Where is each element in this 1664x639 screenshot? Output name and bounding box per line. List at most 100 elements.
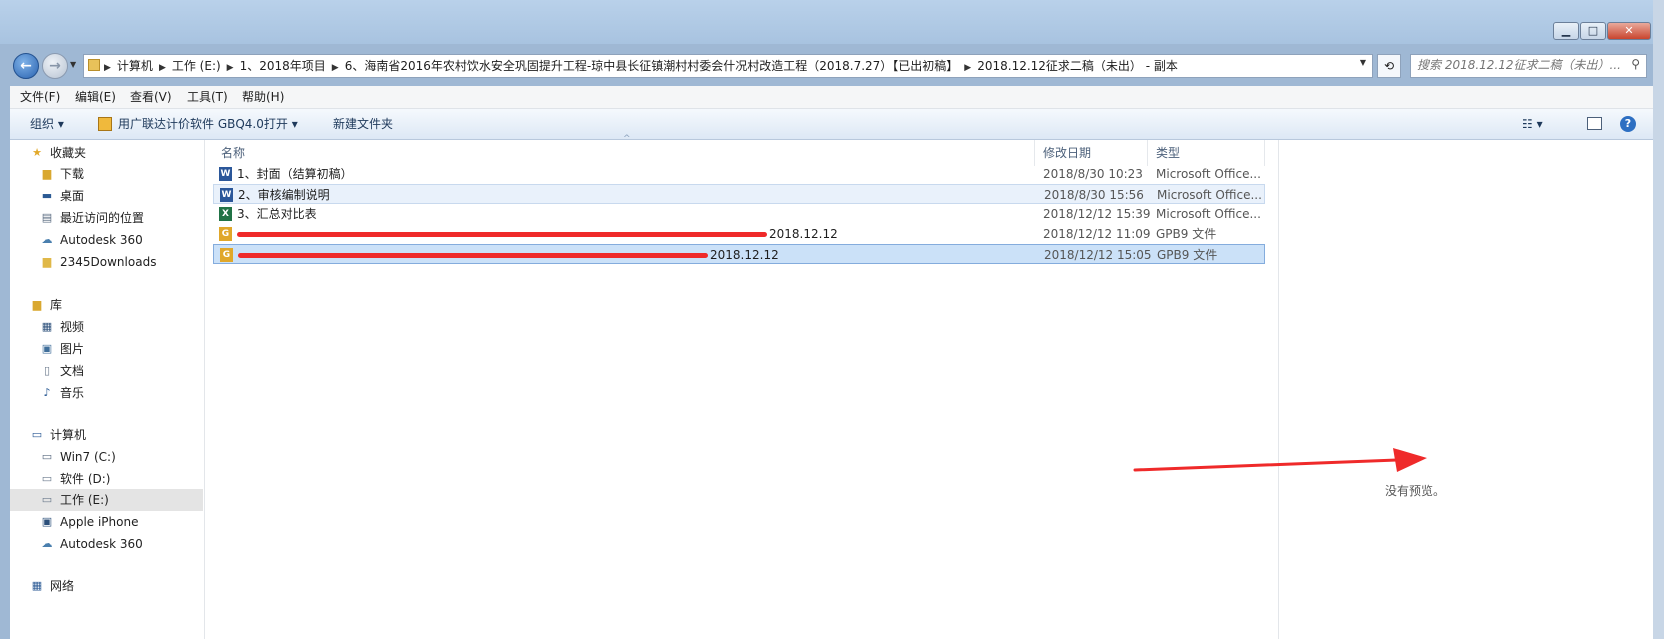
computer-icon: ▭ [31, 428, 43, 441]
network-icon: ▦ [31, 579, 43, 592]
device-icon: ▣ [41, 515, 53, 528]
red-redaction-mark [237, 232, 767, 237]
minimize-button[interactable]: ▁ [1553, 22, 1579, 40]
preview-pane-toggle-icon[interactable] [1587, 117, 1602, 130]
forward-button[interactable]: → [42, 53, 68, 79]
breadcrumb-projects-2018[interactable]: 1、2018年项目 [240, 55, 326, 77]
column-header-date[interactable]: 修改日期 [1035, 140, 1148, 166]
menu-tools[interactable]: 工具(T) [187, 86, 228, 108]
gbq-app-icon [98, 117, 112, 131]
refresh-icon: ⟲ [1383, 59, 1395, 73]
back-button[interactable]: ← [13, 53, 39, 79]
nav-videos[interactable]: ▦ 视频 [10, 316, 203, 338]
nav-music[interactable]: ♪ 音乐 [10, 382, 203, 404]
file-row[interactable]: X 3、汇总对比表 2018/12/12 15:39 Microsoft Off… [213, 204, 1265, 224]
breadcrumb-separator-icon[interactable]: ▶ [964, 57, 971, 79]
breadcrumb-drive-e[interactable]: 工作 (E:) [172, 55, 221, 77]
red-arrow-annotation [1133, 448, 1427, 472]
search-input[interactable] [1411, 55, 1628, 75]
window-title-bar: ▁ □ ✕ [0, 0, 1664, 44]
close-button[interactable]: ✕ [1607, 22, 1651, 40]
nav-autodesk-360[interactable]: ☁ Autodesk 360 [10, 229, 203, 251]
file-list: ^ 名称 修改日期 类型 W 1、封面（结算初稿） 2018/8/30 10:2… [205, 134, 1277, 639]
menu-view[interactable]: 查看(V) [130, 86, 172, 108]
file-row-selected[interactable]: G 2018.12.12 2018/12/12 15:05 GPB9 文件 [213, 244, 1265, 264]
menu-bar: 文件(F) 编辑(E) 查看(V) 工具(T) 帮助(H) [10, 86, 1653, 109]
refresh-button[interactable]: ⟲ [1377, 54, 1401, 78]
minimize-icon: ▁ [1561, 24, 1571, 37]
maximize-button[interactable]: □ [1580, 22, 1606, 40]
folder-icon: ▆ [42, 255, 52, 268]
maximize-icon: □ [1587, 24, 1599, 37]
menu-edit[interactable]: 编辑(E) [75, 86, 116, 108]
arrow-right-icon: → [49, 58, 61, 74]
breadcrumb-separator-icon[interactable]: ▶ [227, 57, 234, 79]
gpb9-file-icon: G [220, 248, 233, 262]
background-window-edge [1653, 0, 1664, 639]
document-icon: ▯ [43, 364, 51, 377]
library-icon: ▆ [32, 298, 42, 311]
red-redaction-mark [238, 253, 708, 258]
file-row[interactable]: W 2、审核编制说明 2018/8/30 15:56 Microsoft Off… [213, 184, 1265, 204]
navigation-pane: ★ 收藏夹 ▆ 下载 ▬ 桌面 ▤ 最近访问的位置 ☁ Autodesk 360… [10, 140, 205, 639]
command-bar: 组织 ▾ 用广联达计价软件 GBQ4.0打开 ▾ 新建文件夹 ☷ ▾ ? [10, 109, 1653, 140]
nav-libraries[interactable]: ▆ 库 [10, 294, 203, 316]
nav-documents[interactable]: ▯ 文档 [10, 360, 203, 382]
address-history-dropdown[interactable]: ▼ [1360, 58, 1366, 67]
arrow-left-icon: ← [20, 58, 32, 74]
nav-drive-d[interactable]: ▭ 软件 (D:) [10, 468, 203, 490]
desktop-icon: ▬ [41, 189, 53, 202]
open-with-gbq-button[interactable]: 用广联达计价软件 GBQ4.0打开 ▾ [118, 109, 298, 139]
picture-icon: ▣ [41, 342, 53, 355]
recent-pages-dropdown[interactable]: ▼ [70, 60, 76, 69]
menu-file[interactable]: 文件(F) [20, 86, 60, 108]
drive-icon: ▭ [41, 472, 53, 485]
nav-recent-places[interactable]: ▤ 最近访问的位置 [10, 207, 203, 229]
gpb9-file-icon: G [219, 227, 232, 241]
nav-autodesk-360-drive[interactable]: ☁ Autodesk 360 [10, 533, 203, 555]
music-icon: ♪ [43, 386, 51, 399]
help-icon[interactable]: ? [1620, 116, 1636, 132]
nav-downloads[interactable]: ▆ 下载 [10, 163, 203, 185]
address-row: ← → ▼ ▶ 计算机 ▶ 工作 (E:) ▶ 1、2018年项目 ▶ 6、海南省2016年农… [0, 44, 1664, 86]
explorer-content: ★ 收藏夹 ▆ 下载 ▬ 桌面 ▤ 最近访问的位置 ☁ Autodesk 360… [10, 134, 1654, 639]
nav-drive-c[interactable]: ▭ Win7 (C:) [10, 446, 203, 468]
word-doc-icon: W [219, 167, 232, 181]
no-preview-text: 没有预览。 [1385, 484, 1446, 498]
preview-pane: 没有预览。 [1278, 140, 1654, 639]
address-bar[interactable]: ▶ 计算机 ▶ 工作 (E:) ▶ 1、2018年项目 ▶ 6、海南省2016年农村饮水安全巩… [83, 54, 1373, 78]
nav-2345downloads[interactable]: ▆ 2345Downloads [10, 251, 203, 273]
downloads-folder-icon: ▆ [42, 167, 52, 180]
breadcrumb-current-folder[interactable]: 2018.12.12征求二稿（未出） - 副本 [977, 55, 1178, 77]
breadcrumb-separator-icon[interactable]: ▶ [332, 57, 339, 79]
nav-computer[interactable]: ▭ 计算机 [10, 424, 203, 446]
breadcrumb-separator-icon[interactable]: ▶ [104, 57, 111, 79]
search-box[interactable]: ⚲ [1410, 54, 1647, 78]
breadcrumb-separator-icon[interactable]: ▶ [159, 57, 166, 79]
file-row[interactable]: W 1、封面（结算初稿） 2018/8/30 10:23 Microsoft O… [213, 164, 1265, 184]
column-header-type[interactable]: 类型 [1148, 140, 1265, 166]
nav-apple-iphone[interactable]: ▣ Apple iPhone [10, 511, 203, 533]
drive-icon: ▭ [41, 493, 53, 506]
file-row[interactable]: G 2018.12.12 2018/12/12 11:09 GPB9 文件 [213, 224, 1265, 244]
nav-network[interactable]: ▦ 网络 [10, 575, 203, 597]
nav-desktop[interactable]: ▬ 桌面 [10, 185, 203, 207]
organize-button[interactable]: 组织 ▾ [30, 109, 64, 139]
close-icon: ✕ [1624, 24, 1634, 37]
nav-pictures[interactable]: ▣ 图片 [10, 338, 203, 360]
menu-help[interactable]: 帮助(H) [242, 86, 284, 108]
breadcrumb-project-folder[interactable]: 6、海南省2016年农村饮水安全巩固提升工程-琼中县长征镇潮村村委会什况村改造工… [345, 55, 959, 77]
autodesk-cloud-icon: ☁ [41, 233, 53, 246]
view-options-icon[interactable]: ☷ ▾ [1522, 109, 1543, 139]
column-header-name[interactable]: 名称 [205, 140, 1035, 166]
nav-favorites[interactable]: ★ 收藏夹 [10, 142, 203, 164]
new-folder-button[interactable]: 新建文件夹 [333, 109, 393, 139]
excel-doc-icon: X [219, 207, 232, 221]
autodesk-cloud-icon: ☁ [41, 537, 53, 550]
recent-places-icon: ▤ [41, 211, 53, 224]
nav-drive-e[interactable]: ▭ 工作 (E:) [10, 489, 203, 511]
word-doc-icon: W [220, 188, 233, 202]
folder-icon [88, 59, 100, 71]
video-icon: ▦ [41, 320, 53, 333]
breadcrumb-computer[interactable]: 计算机 [117, 55, 153, 77]
